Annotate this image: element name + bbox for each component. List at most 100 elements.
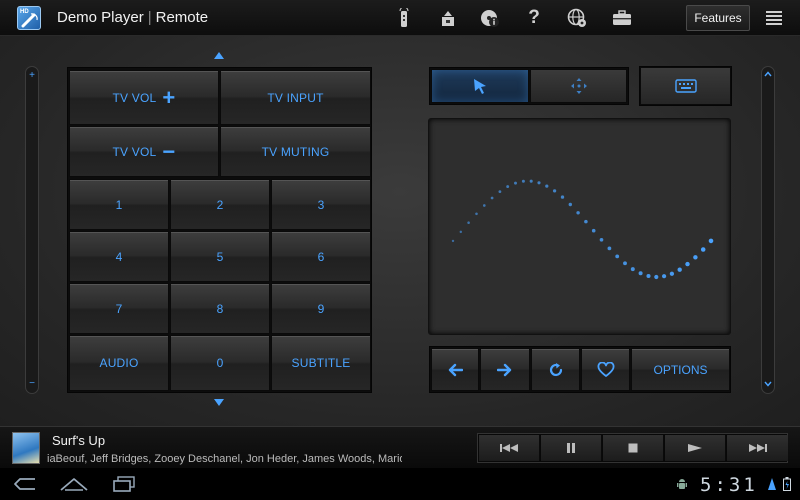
tv-vol-down-label: TV VOL bbox=[112, 144, 157, 159]
stop-button[interactable] bbox=[603, 435, 664, 461]
digit-7-button[interactable]: 7 bbox=[69, 283, 169, 334]
skip-next-icon bbox=[748, 444, 767, 452]
tv-volume-up-button[interactable]: TV VOL + bbox=[69, 70, 219, 125]
gesture-dot bbox=[506, 185, 510, 189]
pointer-mode-button[interactable] bbox=[431, 69, 529, 103]
gesture-dot bbox=[662, 274, 667, 279]
now-playing-title: Surf's Up bbox=[52, 433, 106, 448]
gesture-dot bbox=[708, 238, 714, 244]
briefcase-icon[interactable] bbox=[612, 8, 632, 28]
digit-2-button[interactable]: 2 bbox=[170, 179, 270, 230]
touchpad-area[interactable] bbox=[428, 118, 731, 335]
gesture-dot bbox=[459, 230, 463, 234]
eject-icon[interactable] bbox=[438, 8, 458, 28]
refresh-icon bbox=[549, 362, 562, 376]
disc-info-icon[interactable] bbox=[480, 8, 500, 28]
battery-icon bbox=[783, 477, 791, 491]
next-chapter-button[interactable] bbox=[727, 435, 788, 461]
refresh-button[interactable] bbox=[531, 348, 580, 391]
pointer-arrow-icon bbox=[474, 79, 486, 94]
move-mode-button[interactable] bbox=[530, 69, 627, 103]
page-down-arrow-icon[interactable] bbox=[213, 398, 225, 408]
help-icon[interactable]: ? bbox=[524, 7, 544, 28]
gesture-dot bbox=[475, 212, 478, 216]
gesture-dot bbox=[560, 195, 565, 199]
system-clock: 5:31 bbox=[700, 474, 758, 496]
remote-icon[interactable] bbox=[394, 8, 414, 28]
gesture-dot bbox=[490, 196, 494, 200]
gesture-dot bbox=[677, 267, 682, 272]
remote-panel: + − TV VOL + TV INPUT TV VOL − TV MUTING 1… bbox=[0, 36, 800, 426]
action-bar: HD Demo Player | Remote ? Features bbox=[0, 0, 800, 36]
digit-8-button[interactable]: 8 bbox=[170, 283, 270, 334]
gesture-dot bbox=[584, 219, 588, 224]
app-logo-icon[interactable]: HD bbox=[17, 6, 41, 30]
minus-icon: − bbox=[162, 138, 176, 164]
gesture-dot bbox=[467, 221, 470, 224]
favorite-button[interactable] bbox=[581, 348, 630, 391]
digit-0-button[interactable]: 0 bbox=[170, 335, 270, 391]
stop-icon bbox=[628, 443, 638, 453]
back-arrow-button[interactable] bbox=[431, 348, 479, 391]
gesture-dot bbox=[669, 271, 675, 276]
gesture-dot bbox=[646, 273, 651, 279]
gesture-dot bbox=[576, 211, 580, 215]
right-scroll-slider[interactable] bbox=[761, 66, 775, 394]
gesture-dot bbox=[498, 190, 502, 193]
now-playing-bar: Surf's Up iaBeouf, Jeff Bridges, Zooey D… bbox=[0, 426, 800, 468]
movie-cover-thumbnail[interactable] bbox=[12, 432, 40, 464]
app-title: Demo Player | Remote bbox=[57, 9, 209, 26]
home-nav-icon[interactable] bbox=[58, 475, 90, 493]
play-icon bbox=[688, 444, 702, 452]
gesture-dot bbox=[529, 179, 533, 183]
gesture-dot bbox=[451, 239, 455, 243]
gesture-dot bbox=[537, 181, 541, 185]
tv-vol-up-label: TV VOL bbox=[112, 90, 157, 105]
digit-4-button[interactable]: 4 bbox=[69, 231, 169, 282]
arrow-right-icon bbox=[497, 363, 512, 376]
plus-icon: + bbox=[162, 84, 176, 110]
left-volume-slider[interactable]: + − bbox=[25, 66, 39, 394]
slider-minus-glyph: − bbox=[29, 378, 35, 389]
digit-9-button[interactable]: 9 bbox=[271, 283, 371, 334]
previous-chapter-button[interactable] bbox=[479, 435, 540, 461]
gesture-dot bbox=[552, 189, 557, 193]
scroll-up-icon[interactable] bbox=[764, 71, 772, 77]
pause-icon bbox=[567, 443, 575, 453]
audio-button[interactable]: AUDIO bbox=[69, 335, 169, 391]
tv-volume-down-button[interactable]: TV VOL − bbox=[69, 126, 219, 177]
digit-1-button[interactable]: 1 bbox=[69, 179, 169, 230]
options-button[interactable]: OPTIONS bbox=[631, 348, 730, 391]
gesture-dot bbox=[521, 179, 525, 183]
tv-muting-button[interactable]: TV MUTING bbox=[220, 126, 371, 177]
scroll-down-icon[interactable] bbox=[764, 381, 772, 387]
keyboard-button[interactable] bbox=[639, 66, 732, 106]
page-up-arrow-icon[interactable] bbox=[213, 50, 225, 60]
pointer-mode-group bbox=[429, 67, 629, 105]
gesture-dot bbox=[607, 246, 612, 251]
overflow-menu-icon[interactable] bbox=[766, 11, 782, 25]
keypad: TV VOL + TV INPUT TV VOL − TV MUTING 1 2 3… bbox=[67, 67, 372, 393]
app-section: Remote bbox=[155, 9, 209, 26]
move-cross-icon bbox=[570, 78, 587, 94]
recent-apps-nav-icon[interactable] bbox=[111, 475, 137, 493]
skip-previous-icon bbox=[500, 444, 518, 452]
back-nav-icon[interactable] bbox=[12, 475, 38, 493]
gesture-dot bbox=[685, 261, 690, 267]
digit-5-button[interactable]: 5 bbox=[170, 231, 270, 282]
remote-logo-graphic bbox=[21, 13, 38, 28]
gesture-dot bbox=[700, 247, 706, 252]
gesture-dot bbox=[693, 255, 698, 260]
digit-3-button[interactable]: 3 bbox=[271, 179, 371, 230]
features-button[interactable]: Features bbox=[686, 5, 750, 31]
subtitle-button[interactable]: SUBTITLE bbox=[271, 335, 371, 391]
gesture-dot bbox=[654, 274, 659, 280]
gesture-dot bbox=[615, 254, 620, 259]
forward-arrow-button[interactable] bbox=[480, 348, 530, 391]
navigation-controls: OPTIONS bbox=[429, 346, 731, 393]
digit-6-button[interactable]: 6 bbox=[271, 231, 371, 282]
pause-button[interactable] bbox=[541, 435, 602, 461]
globe-settings-icon[interactable] bbox=[567, 8, 587, 28]
play-button[interactable] bbox=[665, 435, 726, 461]
tv-input-button[interactable]: TV INPUT bbox=[220, 70, 371, 125]
